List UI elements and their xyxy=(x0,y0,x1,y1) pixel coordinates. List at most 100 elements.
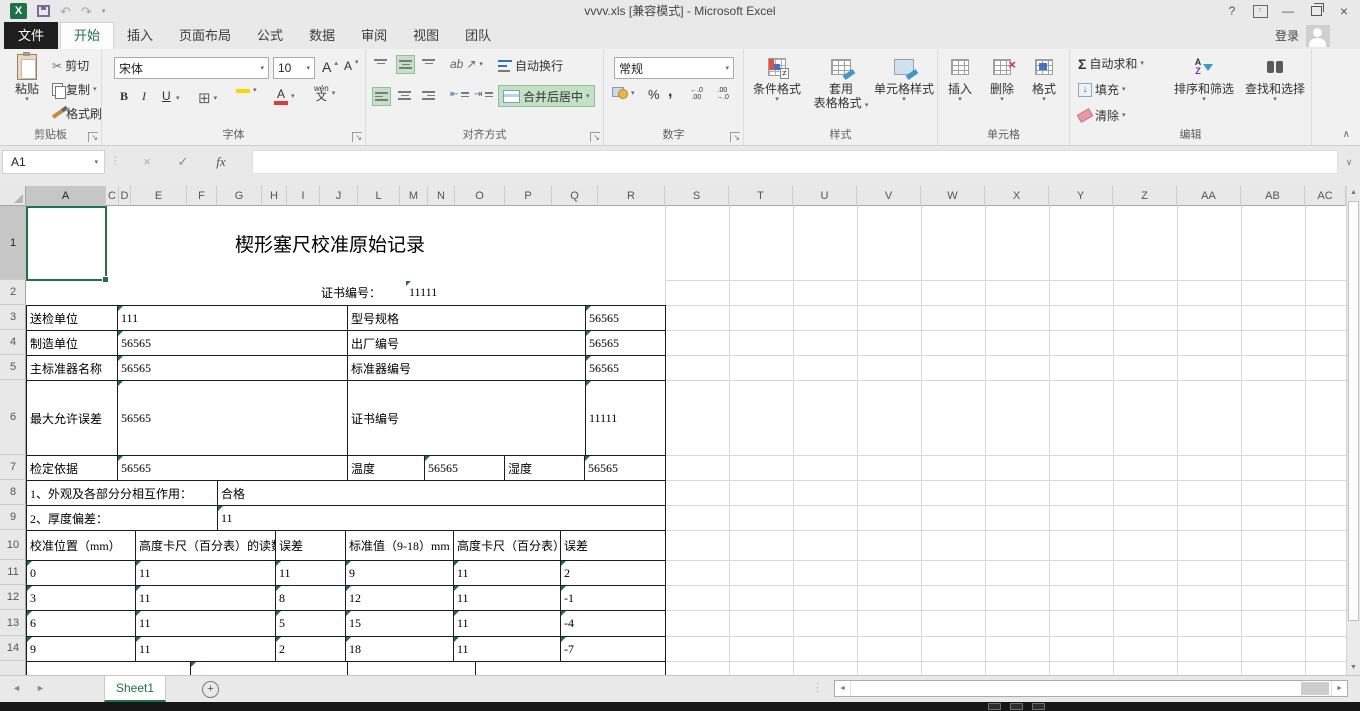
sheet-cell[interactable]: 标准器编号 xyxy=(347,355,586,381)
column-header-AB[interactable]: AB xyxy=(1241,186,1305,206)
formula-input[interactable] xyxy=(252,150,1338,174)
format-cells-button[interactable]: 格式▾ xyxy=(1024,53,1064,103)
column-header-A[interactable]: A xyxy=(26,186,106,206)
sheet-cell[interactable]: 11 xyxy=(453,636,561,662)
close-button[interactable]: × xyxy=(1330,3,1358,19)
ribbon-tab-审阅[interactable]: 审阅 xyxy=(348,22,400,48)
sheet-cell[interactable]: 最大允许误差 xyxy=(26,380,118,456)
sheet-cell[interactable] xyxy=(190,661,348,675)
row-header-11[interactable]: 11 xyxy=(0,560,26,585)
next-sheet-icon[interactable]: ► xyxy=(36,683,45,693)
row-header-3[interactable]: 3 xyxy=(0,305,26,330)
sheet-cell[interactable] xyxy=(347,661,476,675)
underline-button[interactable]: U xyxy=(162,89,171,103)
format-painter-button[interactable]: 格式刷 xyxy=(52,105,102,122)
sheet-cell[interactable]: 56565 xyxy=(117,380,348,456)
scroll-down-icon[interactable]: ▼ xyxy=(1347,661,1360,675)
collapse-ribbon-icon[interactable]: ∧ xyxy=(1343,129,1350,140)
copy-button[interactable]: 复制▾ xyxy=(52,81,97,98)
sheet-cell[interactable]: 2 xyxy=(560,560,666,586)
sheet-cell[interactable]: 制造单位 xyxy=(26,330,118,356)
minimize-button[interactable]: — xyxy=(1274,4,1302,18)
ribbon-tab-页面布局[interactable]: 页面布局 xyxy=(166,22,244,48)
borders-button[interactable]: ⊞▾ xyxy=(198,89,217,107)
fill-button[interactable]: ↓ 填充▾ xyxy=(1078,81,1126,98)
column-header-Q[interactable]: Q xyxy=(552,186,598,206)
sheet-tab-sheet1[interactable]: Sheet1 xyxy=(104,676,166,702)
vertical-scrollbar[interactable]: ▲ ▼ xyxy=(1346,186,1360,675)
column-header-X[interactable]: X xyxy=(985,186,1049,206)
middle-align-button[interactable] xyxy=(396,55,415,74)
decrease-decimal-button[interactable]: .00→.0 xyxy=(716,87,729,101)
select-all-corner[interactable] xyxy=(0,186,26,206)
format-as-table-button[interactable]: 套用表格格式 ▾ xyxy=(810,53,872,110)
page-break-view-button[interactable] xyxy=(1032,703,1045,710)
row-header-10[interactable]: 10 xyxy=(0,530,26,560)
row-header-5[interactable]: 5 xyxy=(0,355,26,380)
sheet-cell[interactable]: 型号规格 xyxy=(347,305,586,331)
restore-button[interactable] xyxy=(1302,6,1330,16)
ribbon-display-options-button[interactable]: ↑ xyxy=(1246,5,1274,18)
sort-filter-button[interactable]: AZ 排序和筛选▾ xyxy=(1170,53,1238,103)
sheet-cell[interactable]: 12 xyxy=(345,585,454,611)
row-header-1[interactable]: 1 xyxy=(0,206,26,280)
column-header-F[interactable]: F xyxy=(187,186,217,206)
column-header-Z[interactable]: Z xyxy=(1113,186,1177,206)
sheet-cell[interactable]: 合格 xyxy=(217,480,666,506)
increase-indent-button[interactable]: ⇥ xyxy=(474,89,493,100)
sheet-cell[interactable]: 湿度 xyxy=(504,455,585,481)
decrease-indent-button[interactable]: ⇤ xyxy=(450,89,469,100)
insert-function-button[interactable]: fx xyxy=(206,150,236,174)
paste-button[interactable]: 粘贴▾ xyxy=(6,53,48,103)
sheet-cell[interactable]: 11 xyxy=(135,610,276,637)
sheet-cell[interactable]: 56565 xyxy=(117,330,348,356)
column-header-E[interactable]: E xyxy=(131,186,187,206)
column-header-C[interactable]: C xyxy=(106,186,119,206)
sheet-cell[interactable]: 11 xyxy=(135,636,276,662)
shrink-font-button[interactable]: A▾ xyxy=(344,59,359,73)
insert-cells-button[interactable]: 插入▾ xyxy=(940,53,980,103)
scroll-right-icon[interactable]: ► xyxy=(1331,681,1347,696)
column-header-L[interactable]: L xyxy=(358,186,400,206)
sheet-cell[interactable]: 标准值（9-18）mm xyxy=(345,530,454,561)
row-header-2[interactable]: 2 xyxy=(0,280,26,305)
name-box-dropdown-icon[interactable]: ▾ xyxy=(94,159,98,166)
sheet-cell[interactable]: 8 xyxy=(275,585,346,611)
cancel-button[interactable]: × xyxy=(132,150,162,174)
font-size-combo[interactable]: 10▾ xyxy=(273,57,315,79)
column-header-U[interactable]: U xyxy=(793,186,857,206)
sheet-cell[interactable]: 温度 xyxy=(347,455,425,481)
sheet-cell[interactable]: 11111 xyxy=(585,380,666,456)
sheet-cell[interactable]: 11 xyxy=(135,560,276,586)
italic-button[interactable]: I xyxy=(142,89,146,104)
sheet-cell[interactable]: 11111 xyxy=(406,281,470,304)
sheet-cell[interactable]: 56565 xyxy=(585,330,666,356)
sheet-cell[interactable]: 证书编号： xyxy=(318,281,406,304)
sheet-cell[interactable]: 111 xyxy=(117,305,348,331)
bold-button[interactable]: B xyxy=(120,89,128,104)
expand-formula-bar-icon[interactable]: ∨ xyxy=(1340,150,1358,174)
increase-decimal-button[interactable]: ←.0.00 xyxy=(690,87,703,101)
column-header-I[interactable]: I xyxy=(287,186,320,206)
column-header-G[interactable]: G xyxy=(217,186,262,206)
sheet-cell[interactable]: -7 xyxy=(560,636,666,662)
sheet-cell[interactable]: 56565 xyxy=(585,355,666,381)
name-box[interactable]: A1 ▾ xyxy=(2,150,105,174)
sheet-cell[interactable]: 0 xyxy=(26,560,136,586)
delete-cells-button[interactable]: × 删除▾ xyxy=(982,53,1022,103)
enter-button[interactable]: ✓ xyxy=(168,150,198,174)
sheet-cell[interactable]: 5 xyxy=(275,610,346,637)
sheet-cell[interactable] xyxy=(475,661,666,675)
column-header-AA[interactable]: AA xyxy=(1177,186,1241,206)
sheet-cell[interactable]: 2 xyxy=(275,636,346,662)
column-header-S[interactable]: S xyxy=(665,186,729,206)
cut-button[interactable]: ✂ 剪切 xyxy=(52,57,89,74)
comma-style-button[interactable]: , xyxy=(668,83,672,101)
sheet-cell[interactable]: 56565 xyxy=(117,355,348,381)
sheet-cell[interactable]: 56565 xyxy=(584,455,666,481)
fill-color-button[interactable]: ▾ xyxy=(236,87,257,94)
column-header-D[interactable]: D xyxy=(119,186,131,206)
column-header-M[interactable]: M xyxy=(400,186,428,206)
sheet-cell[interactable]: -1 xyxy=(560,585,666,611)
conditional-formatting-button[interactable]: ≠ 条件格式▾ xyxy=(746,53,808,103)
